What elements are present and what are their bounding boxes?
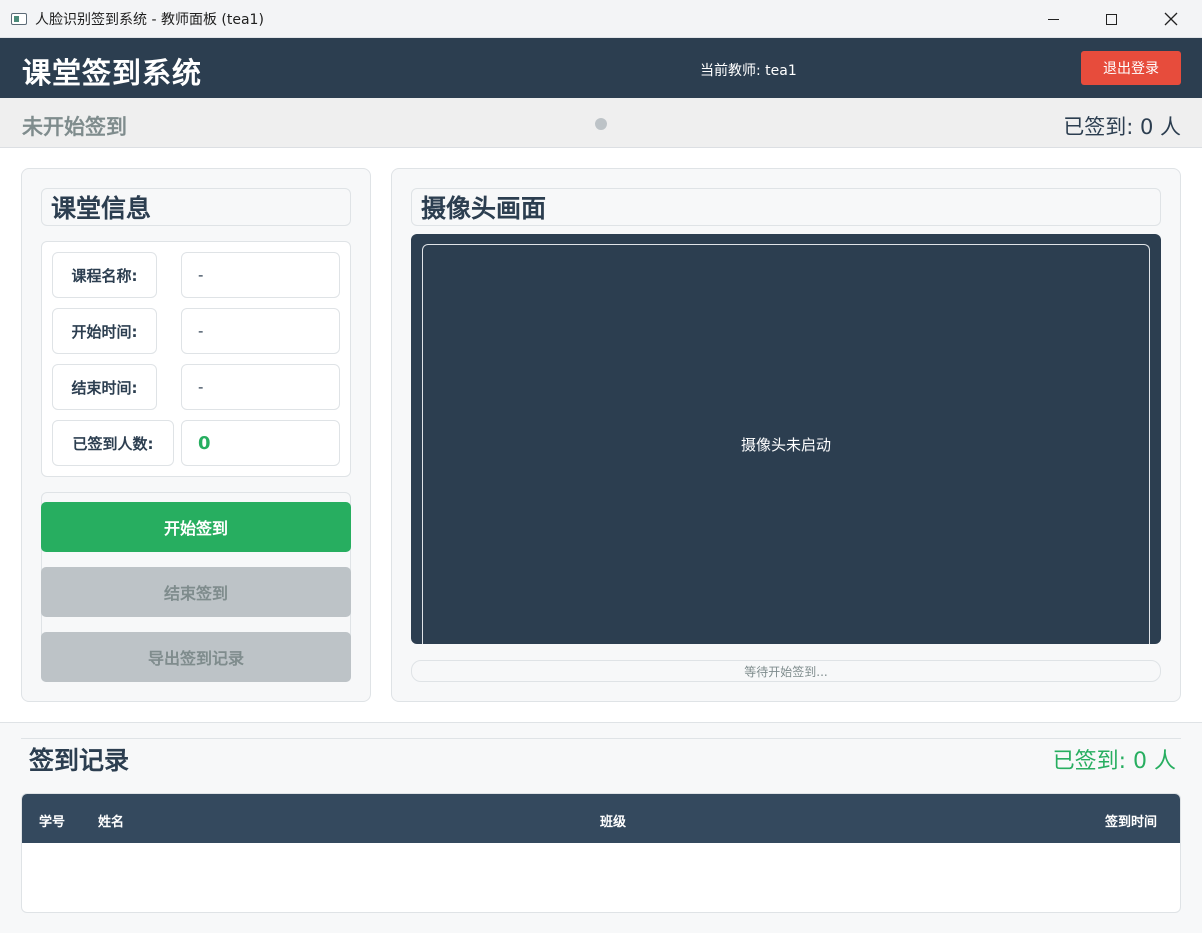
records-header: 签到记录 已签到: 0 人 — [21, 738, 1181, 793]
status-indicator-icon — [595, 118, 607, 130]
column-header-class[interactable]: 班级 — [600, 811, 626, 830]
start-time-label: 开始时间: — [52, 308, 157, 354]
course-name-value: - — [181, 252, 340, 298]
records-table[interactable]: 学号 姓名 班级 签到时间 — [21, 793, 1181, 913]
main-area: 课堂信息 课程名称: - 开始时间: - 结束时间: - 已签到人数: 0 开始… — [0, 148, 1202, 722]
records-section: 签到记录 已签到: 0 人 学号 姓名 班级 签到时间 — [0, 722, 1202, 933]
records-count: 已签到: 0 人 — [1052, 749, 1176, 774]
checkin-status: 未开始签到 — [22, 115, 127, 139]
close-icon — [1164, 12, 1178, 26]
course-name-label: 课程名称: — [52, 252, 157, 298]
start-time-value: - — [181, 308, 340, 354]
logout-button[interactable]: 退出登录 — [1081, 51, 1181, 85]
status-bar: 未开始签到 已签到: 0 人 — [0, 98, 1202, 148]
column-header-student-id[interactable]: 学号 — [39, 811, 65, 830]
class-info-panel: 课堂信息 课程名称: - 开始时间: - 结束时间: - 已签到人数: 0 开始… — [21, 168, 371, 702]
current-teacher: 当前教师: tea1 — [700, 63, 797, 79]
records-title: 签到记录 — [29, 746, 130, 775]
camera-view: 摄像头未启动 — [411, 234, 1161, 644]
camera-status: 等待开始签到... — [411, 660, 1161, 682]
camera-title: 摄像头画面 — [411, 188, 1161, 226]
minimize-icon — [1047, 18, 1059, 20]
checked-in-count: 已签到: 0 人 — [1063, 115, 1181, 139]
start-checkin-button[interactable]: 开始签到 — [41, 502, 351, 552]
end-time-value: - — [181, 364, 340, 410]
checked-count-label: 已签到人数: — [52, 420, 174, 466]
table-header: 学号 姓名 班级 签到时间 — [22, 794, 1180, 843]
app-icon — [11, 12, 27, 25]
column-header-name[interactable]: 姓名 — [98, 811, 124, 830]
minimize-button[interactable] — [1024, 0, 1082, 38]
class-info-fields: 课程名称: - 开始时间: - 结束时间: - 已签到人数: 0 — [41, 241, 351, 477]
camera-panel: 摄像头画面 摄像头未启动 等待开始签到... — [391, 168, 1181, 702]
export-records-button[interactable]: 导出签到记录 — [41, 632, 351, 682]
camera-placeholder: 摄像头未启动 — [422, 244, 1150, 644]
close-button[interactable] — [1142, 0, 1200, 38]
window-title: 人脸识别签到系统 - 教师面板 (tea1) — [35, 11, 264, 28]
window-titlebar: 人脸识别签到系统 - 教师面板 (tea1) — [0, 0, 1202, 38]
end-checkin-button[interactable]: 结束签到 — [41, 567, 351, 617]
checked-count-value: 0 — [181, 420, 340, 466]
action-buttons: 开始签到 结束签到 导出签到记录 — [41, 492, 351, 682]
app-header: 课堂签到系统 当前教师: tea1 退出登录 — [0, 38, 1202, 98]
app-brand: 课堂签到系统 — [22, 56, 203, 90]
class-info-title: 课堂信息 — [41, 188, 351, 226]
maximize-icon — [1105, 13, 1117, 25]
end-time-label: 结束时间: — [52, 364, 157, 410]
column-header-checkin-time[interactable]: 签到时间 — [1105, 811, 1157, 830]
maximize-button[interactable] — [1082, 0, 1140, 38]
